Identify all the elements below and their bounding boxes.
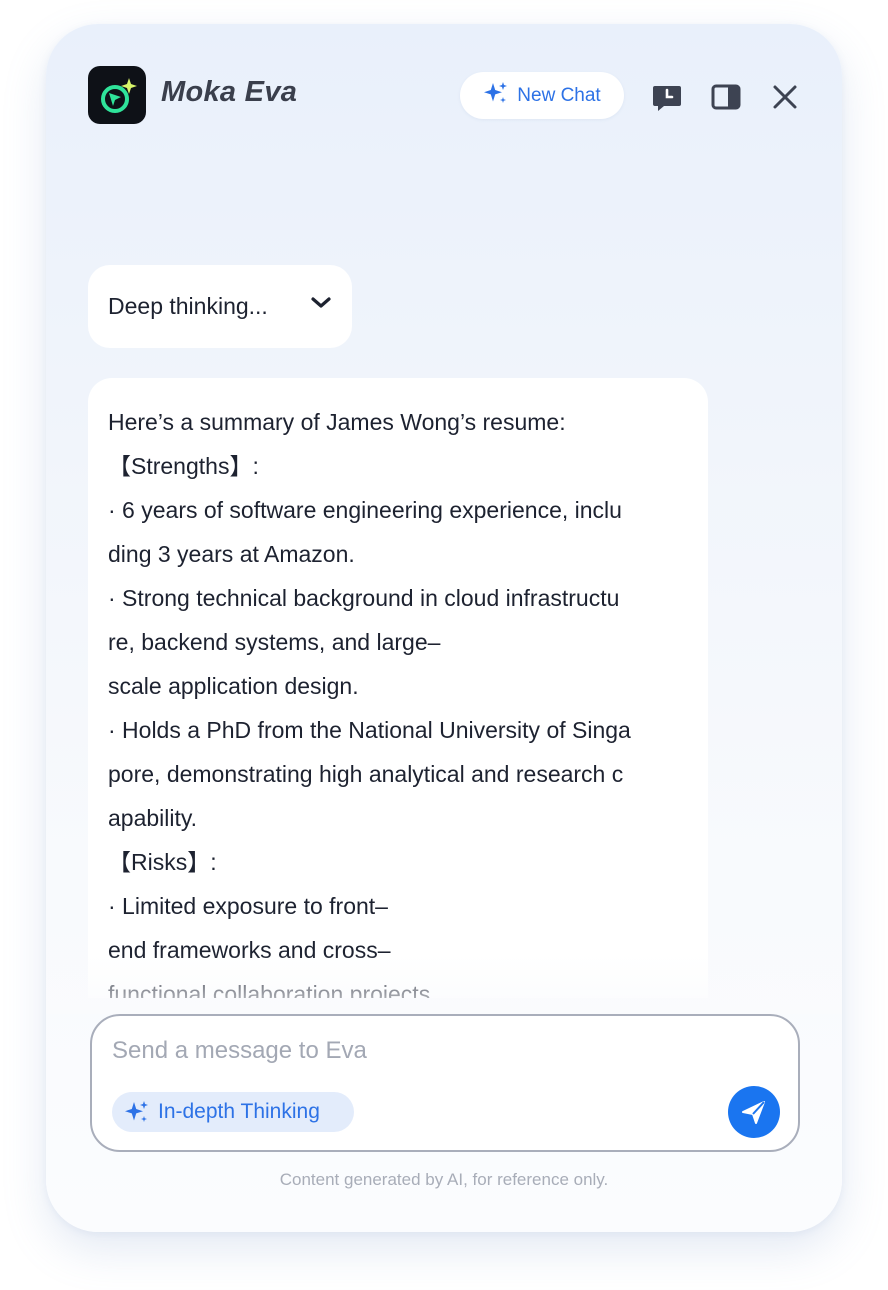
message-text: Here’s a summary of James Wong’s resume:… bbox=[108, 400, 694, 998]
message-line: ding 3 years at Amazon. bbox=[108, 541, 355, 567]
app-title: Moka Eva bbox=[161, 76, 298, 108]
message-line: re, backend systems, and large– bbox=[108, 629, 441, 655]
new-chat-label: New Chat bbox=[517, 84, 601, 106]
sparkle-icon bbox=[124, 1099, 150, 1125]
send-button[interactable] bbox=[728, 1086, 780, 1138]
ai-disclaimer: Content generated by AI, for reference o… bbox=[279, 1170, 609, 1189]
message-input[interactable] bbox=[110, 1032, 714, 1070]
send-icon bbox=[742, 1101, 765, 1124]
assistant-message: Here’s a summary of James Wong’s resume:… bbox=[88, 378, 708, 998]
close-icon[interactable] bbox=[768, 80, 802, 114]
message-line: apability. bbox=[108, 805, 198, 831]
message-composer: In-depth Thinking bbox=[90, 1014, 800, 1152]
new-chat-button[interactable]: New Chat bbox=[460, 72, 624, 119]
deep-thinking-toggle[interactable]: Deep thinking... bbox=[88, 265, 352, 348]
in-depth-thinking-button[interactable]: In-depth Thinking bbox=[112, 1092, 354, 1132]
message-line: 【Risks】: bbox=[108, 849, 217, 875]
message-line: functional collaboration projects. bbox=[108, 981, 437, 998]
deep-thinking-label: Deep thinking... bbox=[108, 293, 268, 319]
message-line: · Holds a PhD from the National Universi… bbox=[108, 717, 631, 743]
sidebar-toggle-icon[interactable] bbox=[709, 80, 743, 114]
message-line: 【Strengths】: bbox=[108, 453, 259, 479]
history-icon[interactable] bbox=[650, 80, 684, 114]
chevron-down-icon bbox=[310, 296, 332, 315]
message-line: Here’s a summary of James Wong’s resume: bbox=[108, 409, 566, 435]
sparkle-icon bbox=[483, 80, 509, 111]
assistant-panel: Moka Eva New Chat Deep thinking... Here’… bbox=[46, 24, 842, 1232]
moka-logo-icon bbox=[88, 66, 146, 124]
message-line: · Strong technical background in cloud i… bbox=[108, 585, 620, 611]
message-line: end frameworks and cross– bbox=[108, 937, 391, 963]
message-line: · Limited exposure to front– bbox=[108, 893, 388, 919]
in-depth-thinking-label: In-depth Thinking bbox=[158, 1100, 320, 1123]
message-line: · 6 years of software engineering experi… bbox=[108, 497, 622, 523]
message-line: pore, demonstrating high analytical and … bbox=[108, 761, 624, 787]
message-line: scale application design. bbox=[108, 673, 359, 699]
